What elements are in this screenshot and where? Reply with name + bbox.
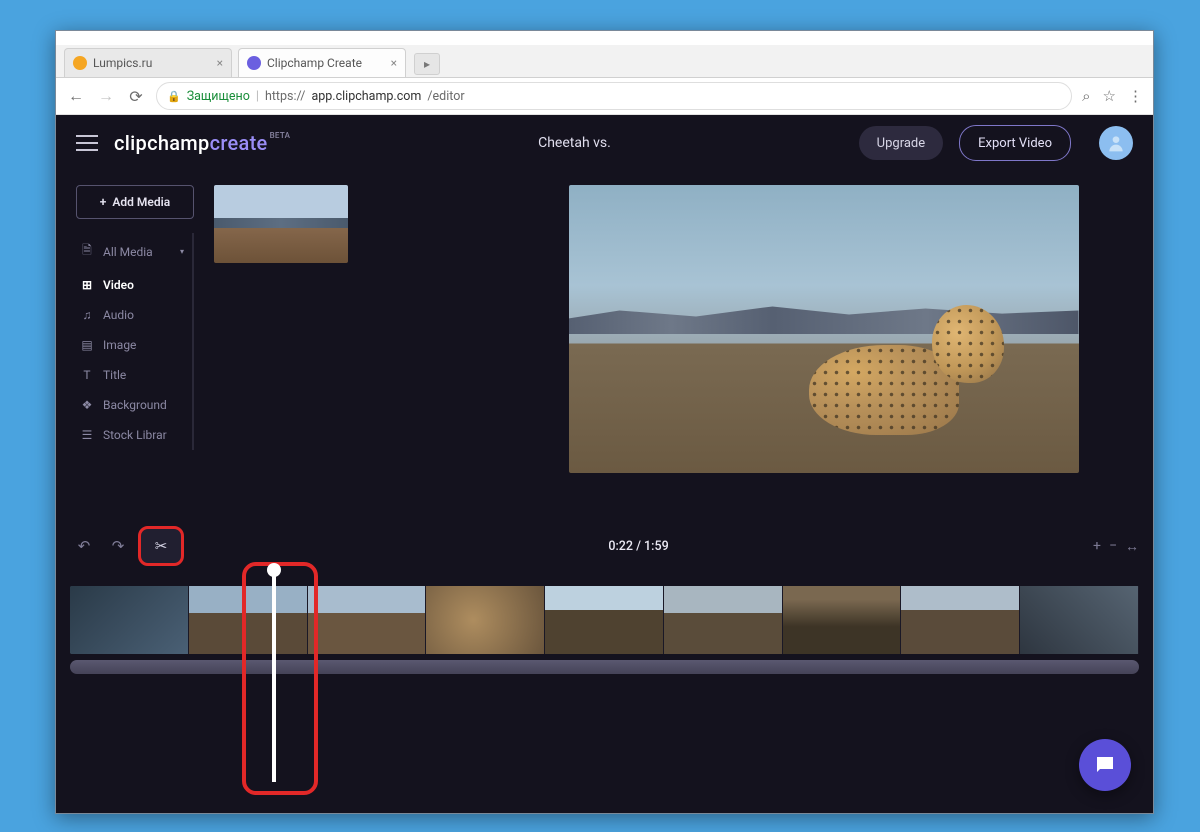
film-icon: ⊞ — [80, 278, 94, 292]
preview-panel — [514, 185, 1133, 518]
sidebar-item-title[interactable]: T Title — [76, 360, 188, 390]
clip-frame[interactable] — [426, 586, 545, 654]
chat-icon — [1093, 753, 1117, 777]
video-track[interactable] — [70, 586, 1139, 654]
layers-icon: ❖ — [80, 398, 94, 412]
timeline-scrollbar[interactable] — [70, 660, 1139, 674]
sidebar-item-audio[interactable]: ♫ Audio — [76, 300, 188, 330]
favicon-icon — [247, 56, 261, 70]
preview-canvas[interactable] — [569, 185, 1079, 473]
add-media-label: Add Media — [112, 195, 170, 209]
sidebar-item-all-media[interactable]: 🗎 All Media ▾ — [76, 233, 188, 270]
url-host: app.clipchamp.com — [311, 89, 421, 104]
sidebar-item-label: Audio — [103, 308, 134, 322]
timeline-area: ↶ ↷ ✂ 0:22 / 1:59 + − ↔ — [56, 518, 1153, 813]
sidebar-item-label: Title — [103, 368, 126, 382]
clip-frame[interactable] — [308, 586, 427, 654]
sidebar: + Add Media 🗎 All Media ▾ ⊞ Video — [76, 185, 194, 518]
tab-title: Lumpics.ru — [93, 56, 152, 70]
tab-title: Clipchamp Create — [267, 56, 362, 70]
translate-icon[interactable]: ⌕ — [1082, 87, 1090, 105]
zoom-in-button[interactable]: + — [1093, 538, 1101, 555]
menu-icon[interactable]: ⋮ — [1128, 87, 1143, 105]
main-area: + Add Media 🗎 All Media ▾ ⊞ Video — [56, 171, 1153, 518]
clip-frame[interactable] — [1020, 586, 1139, 654]
bookmark-icon[interactable]: ☆ — [1103, 87, 1116, 105]
avatar[interactable] — [1099, 126, 1133, 160]
upgrade-button[interactable]: Upgrade — [859, 126, 943, 160]
box-icon: ☰ — [80, 428, 94, 442]
zoom-fit-button[interactable]: ↔ — [1125, 538, 1139, 555]
clip-frame[interactable] — [783, 586, 902, 654]
chevron-down-icon: ▾ — [180, 247, 184, 256]
sidebar-item-background[interactable]: ❖ Background — [76, 390, 188, 420]
text-icon: T — [80, 368, 94, 382]
secure-label: Защищено — [187, 89, 250, 104]
clip-frame[interactable] — [901, 586, 1020, 654]
forward-icon[interactable]: → — [96, 86, 116, 106]
music-icon: ♫ — [80, 308, 94, 322]
clip-frame[interactable] — [545, 586, 664, 654]
clip-frame[interactable] — [70, 586, 189, 654]
browser-tab-lumpics[interactable]: Lumpics.ru × — [64, 48, 232, 77]
time-display: 0:22 / 1:59 — [184, 539, 1093, 554]
sidebar-item-label: Image — [103, 338, 136, 352]
clip-frame[interactable] — [189, 586, 308, 654]
favicon-icon — [73, 56, 87, 70]
sidebar-item-image[interactable]: ▤ Image — [76, 330, 188, 360]
sidebar-item-label: Background — [103, 398, 167, 412]
media-thumbnail[interactable] — [214, 185, 348, 263]
scissors-icon: ✂ — [155, 537, 168, 555]
tab-close-icon[interactable]: × — [391, 56, 397, 70]
clip-frame[interactable] — [664, 586, 783, 654]
sidebar-item-stock[interactable]: ☰ Stock Librar — [76, 420, 188, 450]
chat-fab[interactable] — [1079, 739, 1131, 791]
timeline-toolbar: ↶ ↷ ✂ 0:22 / 1:59 + − ↔ — [70, 528, 1139, 564]
clipchamp-app: clipchampcreateBETA Cheetah vs. Upgrade … — [56, 115, 1153, 813]
cheetah-illustration — [809, 295, 1019, 435]
user-icon — [1106, 133, 1126, 153]
zoom-out-button[interactable]: − — [1109, 538, 1117, 555]
app-logo: clipchampcreateBETA — [114, 131, 290, 155]
reload-icon[interactable]: ⟳ — [126, 87, 146, 106]
sidebar-item-label: All Media — [103, 245, 153, 259]
url-path: /editor — [427, 89, 464, 104]
tab-strip: Lumpics.ru × Clipchamp Create × ▸ — [56, 45, 1153, 78]
add-media-button[interactable]: + Add Media — [76, 185, 194, 219]
lock-icon: 🔒 — [167, 90, 181, 103]
app-header: clipchampcreateBETA Cheetah vs. Upgrade … — [56, 115, 1153, 171]
hamburger-icon[interactable] — [76, 135, 98, 151]
sidebar-item-label: Video — [103, 278, 134, 292]
split-button[interactable]: ✂ — [147, 533, 175, 559]
back-icon[interactable]: ← — [66, 86, 86, 106]
file-icon: 🗎 — [80, 241, 94, 262]
browser-window: Lumpics.ru × Clipchamp Create × ▸ ← → ⟳ … — [55, 30, 1154, 814]
project-title[interactable]: Cheetah vs. — [306, 135, 842, 151]
tab-close-icon[interactable]: × — [217, 56, 223, 70]
url-scheme: https:// — [265, 89, 306, 104]
browser-tab-clipchamp[interactable]: Clipchamp Create × — [238, 48, 406, 77]
address-bar: ← → ⟳ 🔒 Защищено | https://app.clipchamp… — [56, 78, 1153, 115]
url-input[interactable]: 🔒 Защищено | https://app.clipchamp.com/e… — [156, 82, 1072, 110]
undo-button[interactable]: ↶ — [70, 533, 98, 559]
media-grid — [214, 185, 494, 518]
new-tab-button[interactable]: ▸ — [414, 53, 440, 75]
playhead[interactable] — [272, 568, 276, 782]
redo-button[interactable]: ↷ — [104, 533, 132, 559]
sidebar-item-video[interactable]: ⊞ Video — [76, 270, 188, 300]
sidebar-item-label: Stock Librar — [103, 428, 167, 442]
image-icon: ▤ — [80, 338, 94, 352]
timeline-tracks — [70, 586, 1139, 726]
export-video-button[interactable]: Export Video — [959, 125, 1071, 161]
titlebar — [56, 31, 1153, 45]
plus-icon: + — [100, 195, 107, 209]
scissors-highlight: ✂ — [138, 526, 184, 566]
